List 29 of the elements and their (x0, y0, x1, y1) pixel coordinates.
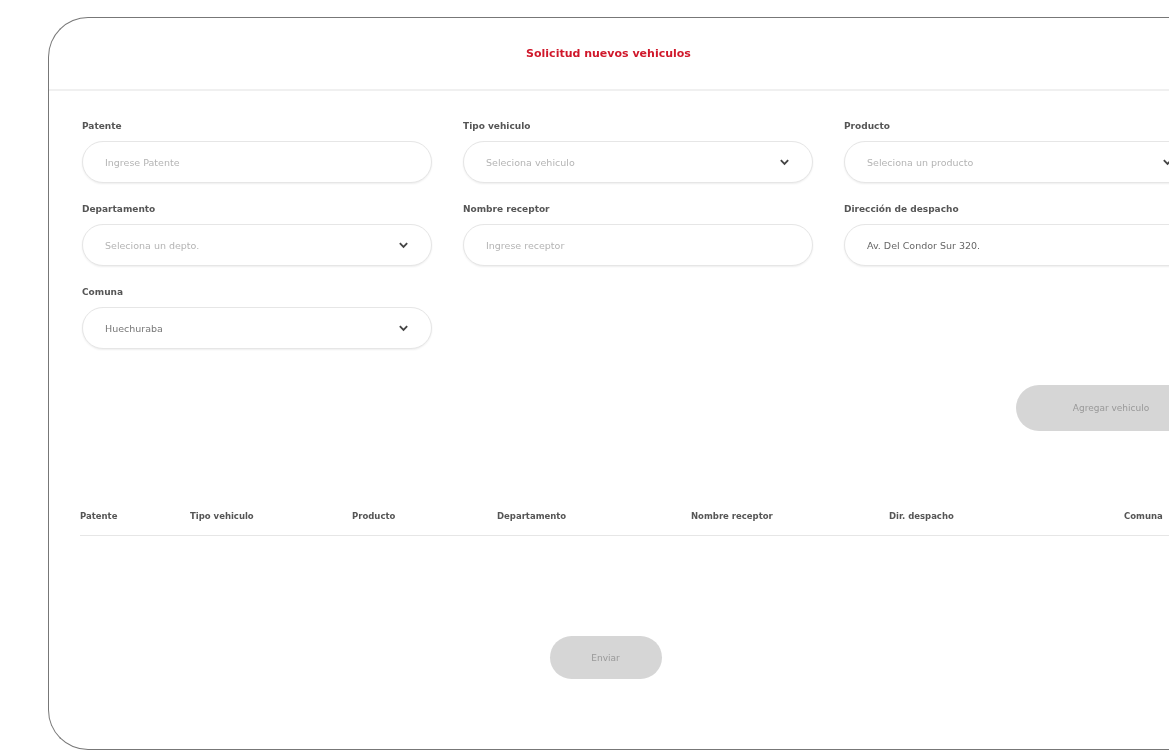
field-label: Nombre receptor (463, 204, 551, 214)
select-text: Huechuraba (105, 322, 163, 334)
input-field[interactable]: Av. Del Condor Sur 320. (844, 224, 1169, 266)
field-label: Departamento (82, 204, 157, 214)
select-field[interactable]: Seleciona un depto. (82, 224, 432, 266)
field-label: Dirección de despacho (844, 204, 960, 214)
column-header: Nombre receptor (691, 511, 774, 521)
field-label: Patente (82, 121, 123, 131)
input-field[interactable]: Ingrese Patente (82, 141, 432, 183)
select-field[interactable]: Huechuraba (82, 307, 432, 349)
chevron-down-icon (398, 324, 409, 332)
select-text: Seleciona un producto (867, 156, 974, 168)
select-text: Seleciona vehiculo (486, 156, 575, 168)
input-field[interactable]: Ingrese receptor (463, 224, 813, 266)
field-label: Comuna (82, 287, 125, 297)
select-field[interactable]: Seleciona un producto (844, 141, 1169, 183)
chevron-down-icon (398, 241, 409, 249)
column-header: Producto (352, 511, 397, 521)
column-header: Tipo vehiculo (190, 511, 255, 521)
column-header: Departamento (497, 511, 568, 521)
select-field[interactable]: Seleciona vehiculo (463, 141, 813, 183)
field-label: Tipo vehiculo (463, 121, 532, 131)
select-text: Seleciona un depto. (105, 239, 200, 251)
chevron-down-icon (779, 158, 790, 166)
field-label: Producto (844, 121, 891, 131)
column-header: Patente (80, 511, 119, 521)
form-title: Solicitud nuevos vehiculos (526, 47, 691, 60)
column-header: Dir. despacho (889, 511, 955, 521)
column-header: Comuna (1124, 511, 1164, 521)
